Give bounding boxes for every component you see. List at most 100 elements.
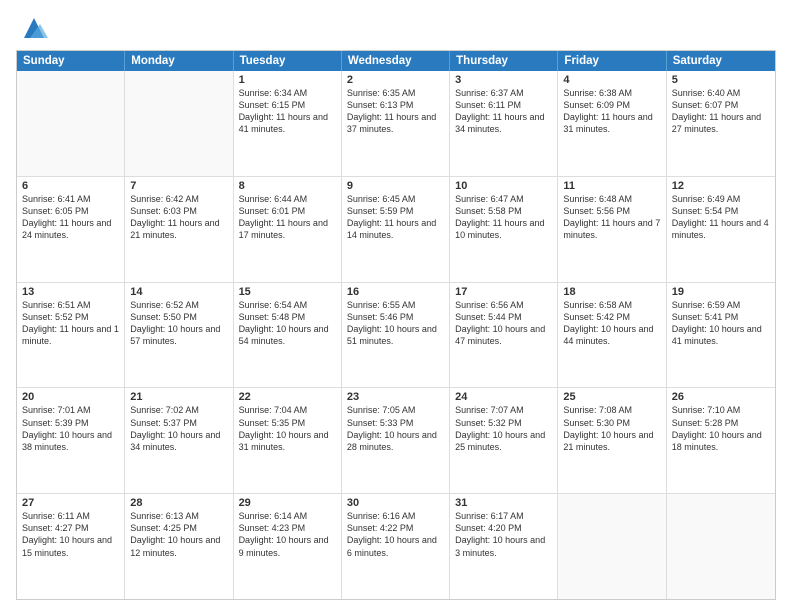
cal-cell: 31Sunrise: 6:17 AM Sunset: 4:20 PM Dayli… (450, 494, 558, 599)
day-number: 1 (239, 74, 336, 86)
day-info: Sunrise: 6:40 AM Sunset: 6:07 PM Dayligh… (672, 87, 770, 136)
cal-cell: 23Sunrise: 7:05 AM Sunset: 5:33 PM Dayli… (342, 388, 450, 493)
day-number: 17 (455, 286, 552, 298)
cal-cell: 9Sunrise: 6:45 AM Sunset: 5:59 PM Daylig… (342, 177, 450, 282)
day-number: 10 (455, 180, 552, 192)
cal-cell: 10Sunrise: 6:47 AM Sunset: 5:58 PM Dayli… (450, 177, 558, 282)
cal-cell: 29Sunrise: 6:14 AM Sunset: 4:23 PM Dayli… (234, 494, 342, 599)
day-number: 30 (347, 497, 444, 509)
logo (16, 16, 48, 42)
cal-cell: 2Sunrise: 6:35 AM Sunset: 6:13 PM Daylig… (342, 71, 450, 176)
cal-cell: 11Sunrise: 6:48 AM Sunset: 5:56 PM Dayli… (558, 177, 666, 282)
cal-cell: 6Sunrise: 6:41 AM Sunset: 6:05 PM Daylig… (17, 177, 125, 282)
week-row-5: 27Sunrise: 6:11 AM Sunset: 4:27 PM Dayli… (17, 494, 775, 599)
day-info: Sunrise: 6:48 AM Sunset: 5:56 PM Dayligh… (563, 193, 660, 242)
cal-cell (667, 494, 775, 599)
cal-cell: 18Sunrise: 6:58 AM Sunset: 5:42 PM Dayli… (558, 283, 666, 388)
cal-cell: 17Sunrise: 6:56 AM Sunset: 5:44 PM Dayli… (450, 283, 558, 388)
day-info: Sunrise: 6:52 AM Sunset: 5:50 PM Dayligh… (130, 299, 227, 348)
day-info: Sunrise: 7:07 AM Sunset: 5:32 PM Dayligh… (455, 404, 552, 453)
day-info: Sunrise: 6:42 AM Sunset: 6:03 PM Dayligh… (130, 193, 227, 242)
page: SundayMondayTuesdayWednesdayThursdayFrid… (0, 0, 792, 612)
logo-icon (20, 14, 48, 42)
cal-cell: 5Sunrise: 6:40 AM Sunset: 6:07 PM Daylig… (667, 71, 775, 176)
cal-cell (558, 494, 666, 599)
col-header-monday: Monday (125, 51, 233, 71)
header (16, 12, 776, 42)
cal-cell: 1Sunrise: 6:34 AM Sunset: 6:15 PM Daylig… (234, 71, 342, 176)
cal-cell: 25Sunrise: 7:08 AM Sunset: 5:30 PM Dayli… (558, 388, 666, 493)
cal-cell: 15Sunrise: 6:54 AM Sunset: 5:48 PM Dayli… (234, 283, 342, 388)
day-number: 12 (672, 180, 770, 192)
day-info: Sunrise: 6:37 AM Sunset: 6:11 PM Dayligh… (455, 87, 552, 136)
day-info: Sunrise: 7:08 AM Sunset: 5:30 PM Dayligh… (563, 404, 660, 453)
day-info: Sunrise: 6:13 AM Sunset: 4:25 PM Dayligh… (130, 510, 227, 559)
day-number: 4 (563, 74, 660, 86)
cal-cell: 14Sunrise: 6:52 AM Sunset: 5:50 PM Dayli… (125, 283, 233, 388)
day-number: 16 (347, 286, 444, 298)
cal-cell: 26Sunrise: 7:10 AM Sunset: 5:28 PM Dayli… (667, 388, 775, 493)
day-info: Sunrise: 6:54 AM Sunset: 5:48 PM Dayligh… (239, 299, 336, 348)
day-info: Sunrise: 7:04 AM Sunset: 5:35 PM Dayligh… (239, 404, 336, 453)
day-number: 21 (130, 391, 227, 403)
day-info: Sunrise: 6:14 AM Sunset: 4:23 PM Dayligh… (239, 510, 336, 559)
day-number: 29 (239, 497, 336, 509)
day-info: Sunrise: 6:56 AM Sunset: 5:44 PM Dayligh… (455, 299, 552, 348)
cal-cell (125, 71, 233, 176)
col-header-thursday: Thursday (450, 51, 558, 71)
cal-cell: 3Sunrise: 6:37 AM Sunset: 6:11 PM Daylig… (450, 71, 558, 176)
cal-cell: 24Sunrise: 7:07 AM Sunset: 5:32 PM Dayli… (450, 388, 558, 493)
day-info: Sunrise: 6:17 AM Sunset: 4:20 PM Dayligh… (455, 510, 552, 559)
col-header-sunday: Sunday (17, 51, 125, 71)
day-number: 8 (239, 180, 336, 192)
day-number: 28 (130, 497, 227, 509)
day-number: 9 (347, 180, 444, 192)
day-info: Sunrise: 6:47 AM Sunset: 5:58 PM Dayligh… (455, 193, 552, 242)
day-info: Sunrise: 6:35 AM Sunset: 6:13 PM Dayligh… (347, 87, 444, 136)
cal-cell: 19Sunrise: 6:59 AM Sunset: 5:41 PM Dayli… (667, 283, 775, 388)
day-number: 19 (672, 286, 770, 298)
cal-cell: 21Sunrise: 7:02 AM Sunset: 5:37 PM Dayli… (125, 388, 233, 493)
day-number: 31 (455, 497, 552, 509)
day-number: 20 (22, 391, 119, 403)
day-number: 2 (347, 74, 444, 86)
calendar: SundayMondayTuesdayWednesdayThursdayFrid… (16, 50, 776, 600)
col-header-friday: Friday (558, 51, 666, 71)
col-header-saturday: Saturday (667, 51, 775, 71)
col-header-wednesday: Wednesday (342, 51, 450, 71)
cal-cell: 16Sunrise: 6:55 AM Sunset: 5:46 PM Dayli… (342, 283, 450, 388)
day-info: Sunrise: 7:05 AM Sunset: 5:33 PM Dayligh… (347, 404, 444, 453)
day-number: 23 (347, 391, 444, 403)
cal-cell: 28Sunrise: 6:13 AM Sunset: 4:25 PM Dayli… (125, 494, 233, 599)
cal-cell (17, 71, 125, 176)
day-info: Sunrise: 7:01 AM Sunset: 5:39 PM Dayligh… (22, 404, 119, 453)
day-info: Sunrise: 6:11 AM Sunset: 4:27 PM Dayligh… (22, 510, 119, 559)
cal-cell: 13Sunrise: 6:51 AM Sunset: 5:52 PM Dayli… (17, 283, 125, 388)
cal-cell: 27Sunrise: 6:11 AM Sunset: 4:27 PM Dayli… (17, 494, 125, 599)
day-info: Sunrise: 6:59 AM Sunset: 5:41 PM Dayligh… (672, 299, 770, 348)
day-info: Sunrise: 6:41 AM Sunset: 6:05 PM Dayligh… (22, 193, 119, 242)
day-info: Sunrise: 6:16 AM Sunset: 4:22 PM Dayligh… (347, 510, 444, 559)
week-row-1: 1Sunrise: 6:34 AM Sunset: 6:15 PM Daylig… (17, 71, 775, 177)
day-number: 24 (455, 391, 552, 403)
cal-cell: 30Sunrise: 6:16 AM Sunset: 4:22 PM Dayli… (342, 494, 450, 599)
day-number: 13 (22, 286, 119, 298)
day-number: 3 (455, 74, 552, 86)
day-info: Sunrise: 6:45 AM Sunset: 5:59 PM Dayligh… (347, 193, 444, 242)
week-row-2: 6Sunrise: 6:41 AM Sunset: 6:05 PM Daylig… (17, 177, 775, 283)
col-header-tuesday: Tuesday (234, 51, 342, 71)
day-number: 22 (239, 391, 336, 403)
cal-cell: 8Sunrise: 6:44 AM Sunset: 6:01 PM Daylig… (234, 177, 342, 282)
day-number: 5 (672, 74, 770, 86)
week-row-3: 13Sunrise: 6:51 AM Sunset: 5:52 PM Dayli… (17, 283, 775, 389)
day-info: Sunrise: 6:38 AM Sunset: 6:09 PM Dayligh… (563, 87, 660, 136)
cal-cell: 22Sunrise: 7:04 AM Sunset: 5:35 PM Dayli… (234, 388, 342, 493)
day-info: Sunrise: 6:58 AM Sunset: 5:42 PM Dayligh… (563, 299, 660, 348)
day-info: Sunrise: 6:44 AM Sunset: 6:01 PM Dayligh… (239, 193, 336, 242)
day-info: Sunrise: 6:34 AM Sunset: 6:15 PM Dayligh… (239, 87, 336, 136)
day-number: 18 (563, 286, 660, 298)
calendar-header-row: SundayMondayTuesdayWednesdayThursdayFrid… (17, 51, 775, 71)
day-number: 7 (130, 180, 227, 192)
day-number: 14 (130, 286, 227, 298)
cal-cell: 7Sunrise: 6:42 AM Sunset: 6:03 PM Daylig… (125, 177, 233, 282)
